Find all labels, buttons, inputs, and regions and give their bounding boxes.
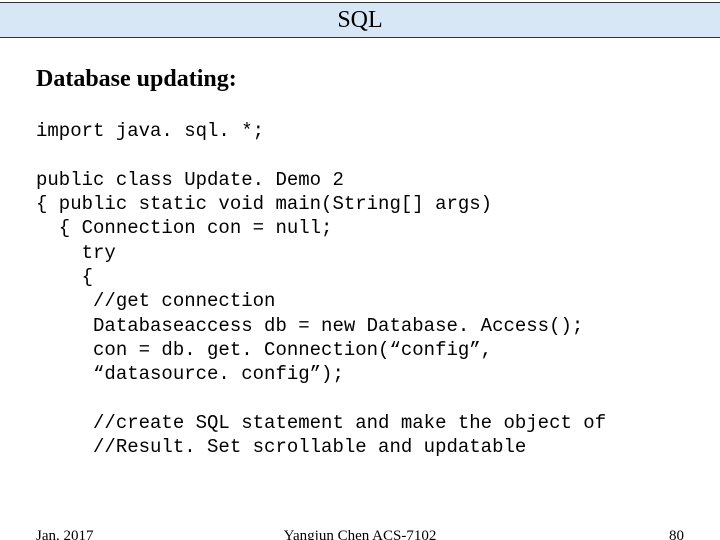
slide-title: SQL — [337, 7, 382, 33]
section-heading: Database updating: — [36, 66, 684, 93]
title-bar: SQL — [0, 2, 720, 38]
slide-content: Database updating: import java. sql. *; … — [0, 38, 720, 459]
code-block: import java. sql. *; public class Update… — [36, 119, 684, 459]
footer-page-number: 80 — [669, 528, 684, 540]
footer-author-course: Yangjun Chen ACS-7102 — [0, 528, 720, 540]
slide: SQL Database updating: import java. sql.… — [0, 2, 720, 540]
